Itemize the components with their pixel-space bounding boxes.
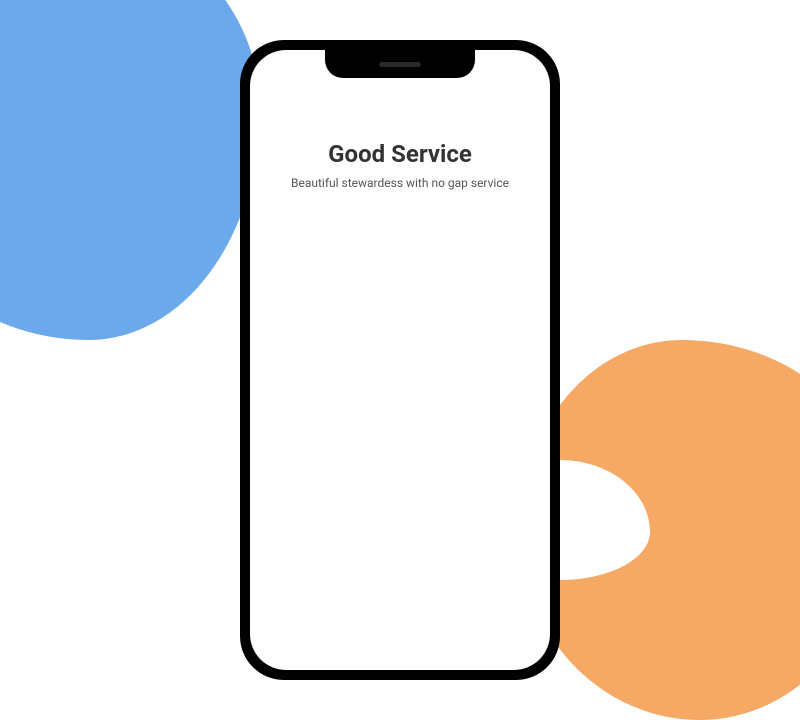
background-blob-blue [0, 0, 260, 340]
phone-notch [325, 50, 475, 78]
headline-text: Good Service [250, 140, 550, 168]
phone-speaker-icon [379, 62, 421, 67]
subtext: Beautiful stewardess with no gap service [250, 176, 550, 190]
phone-screen: Good Service Beautiful stewardess with n… [250, 50, 550, 670]
phone-mockup-frame: Good Service Beautiful stewardess with n… [240, 40, 560, 680]
background-blob-orange [520, 340, 800, 720]
